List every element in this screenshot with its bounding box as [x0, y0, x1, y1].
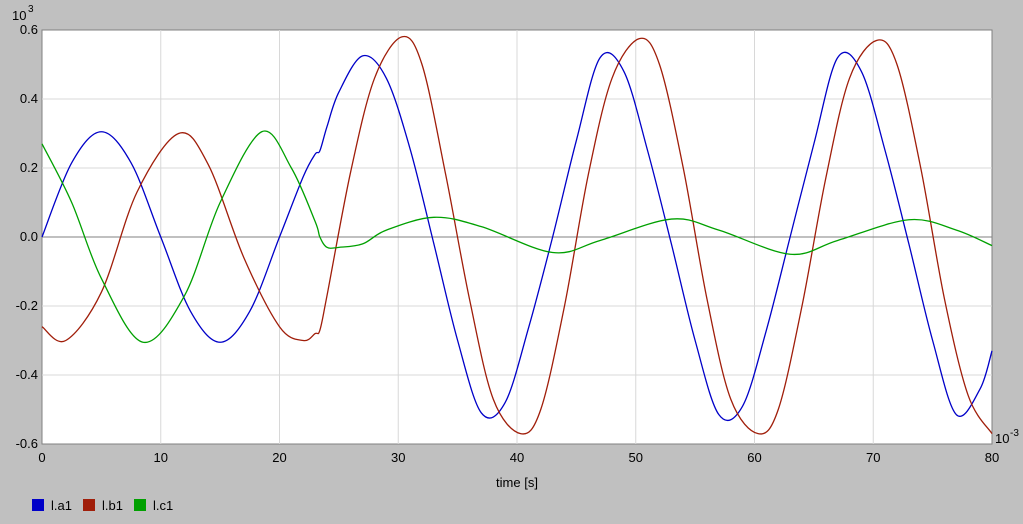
- x-tick-label: 60: [747, 450, 761, 465]
- legend-label-l-a1: l.a1: [51, 498, 72, 513]
- legend-label-l-b1: l.b1: [102, 498, 123, 513]
- x-axis-label: time [s]: [496, 475, 538, 490]
- x-tick-label: 80: [985, 450, 999, 465]
- line-chart: 0 10 20 30 40 50 60 70 80 -0.6 -0.4 -0.2 0.0 0.2 0.4 0…: [12, 4, 1019, 513]
- x-tick-label: 70: [866, 450, 880, 465]
- y-tick-label: 0.2: [20, 160, 38, 175]
- y-tick-label: -0.4: [16, 367, 38, 382]
- chart-root: 0 10 20 30 40 50 60 70 80 -0.6 -0.4 -0.2 0.0 0.2 0.4 0…: [0, 0, 1023, 519]
- legend: l.a1 l.b1 l.c1: [32, 498, 173, 513]
- x-tick-label: 10: [154, 450, 168, 465]
- x-multiplier-exponent: -3: [1010, 428, 1019, 439]
- x-tick-label: 30: [391, 450, 405, 465]
- x-tick-label: 40: [510, 450, 524, 465]
- y-tick-label: 0.4: [20, 91, 38, 106]
- legend-swatch-l-a1: [32, 499, 44, 511]
- y-multiplier-exponent: 3: [28, 4, 34, 15]
- x-tick-label: 0: [38, 450, 45, 465]
- y-tick-label: 0.0: [20, 229, 38, 244]
- legend-label-l-c1: l.c1: [153, 498, 173, 513]
- legend-swatch-l-c1: [134, 499, 146, 511]
- x-tick-label: 20: [272, 450, 286, 465]
- y-tick-label: -0.2: [16, 298, 38, 313]
- y-tick-label: 0.6: [20, 22, 38, 37]
- y-tick-labels: -0.6 -0.4 -0.2 0.0 0.2 0.4 0.6: [16, 22, 38, 451]
- x-multiplier-base: 10: [995, 431, 1009, 446]
- x-tick-labels: 0 10 20 30 40 50 60 70 80: [38, 450, 999, 465]
- y-multiplier-base: 10: [12, 8, 26, 23]
- legend-swatch-l-b1: [83, 499, 95, 511]
- y-tick-label: -0.6: [16, 436, 38, 451]
- x-tick-label: 50: [629, 450, 643, 465]
